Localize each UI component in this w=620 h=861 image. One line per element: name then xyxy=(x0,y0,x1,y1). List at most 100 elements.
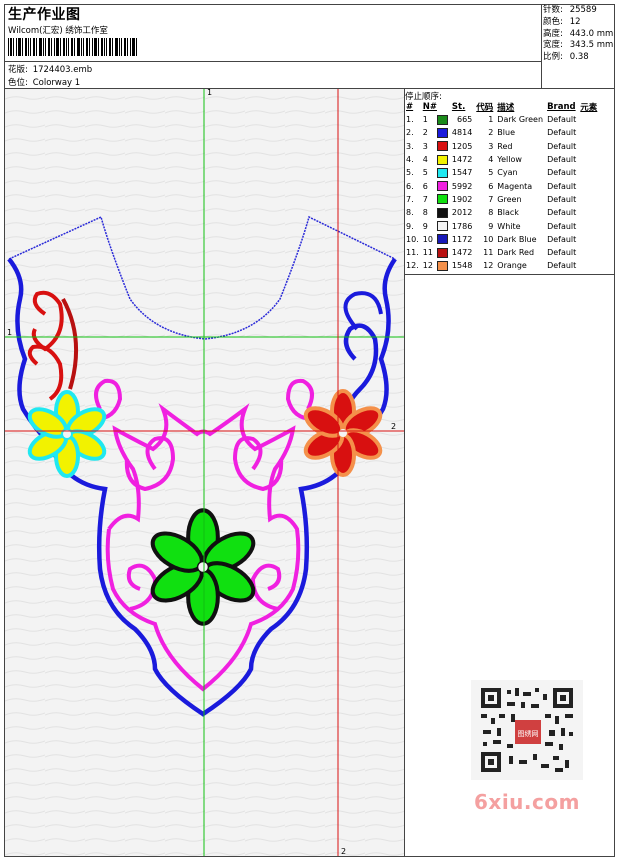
color-swatch xyxy=(436,181,448,192)
row-swatch xyxy=(435,219,450,232)
row-element xyxy=(578,166,599,179)
row-needle: 6 xyxy=(422,181,428,191)
row-brand: Default xyxy=(547,208,577,218)
row-stitches: 1548 xyxy=(451,261,473,271)
row-stitches: 1786 xyxy=(451,221,473,231)
row-stitches: 5992 xyxy=(451,181,473,191)
color-row: 9. 9 1786 9 White Default xyxy=(404,219,599,232)
color-swatch xyxy=(436,114,448,125)
row-element xyxy=(578,246,599,259)
stat-width-label: 宽度: xyxy=(543,40,563,51)
colorway-name: Colorway 1 xyxy=(32,78,81,88)
row-code: 9 xyxy=(488,221,494,231)
color-swatch xyxy=(436,154,448,165)
qr-pattern: 图绣网 xyxy=(481,688,573,772)
color-swatch xyxy=(436,234,448,245)
row-index: 6. xyxy=(406,181,414,191)
col-code: 代码 xyxy=(476,103,494,113)
row-index: 7. xyxy=(406,194,414,204)
row-index: 2. xyxy=(406,128,414,138)
row-brand: Default xyxy=(547,155,577,165)
row-needle: 12 xyxy=(422,261,433,271)
row-description: Cyan xyxy=(497,168,518,178)
row-brand: Default xyxy=(547,261,577,271)
row-needle: 5 xyxy=(422,168,428,178)
stat-scale: 比例: 0.38 xyxy=(543,52,613,64)
row-needle: 4 xyxy=(422,155,428,165)
col-brand: Brand xyxy=(547,102,576,112)
row-code: 4 xyxy=(488,155,494,165)
guide-label-bottom: 2 xyxy=(341,847,346,856)
row-swatch xyxy=(435,166,450,179)
row-swatch xyxy=(435,233,450,246)
row-code: 8 xyxy=(488,208,494,218)
color-row: 5. 5 1547 5 Cyan Default xyxy=(404,166,599,179)
row-brand: Default xyxy=(547,181,577,191)
row-stitches: 665 xyxy=(457,115,473,125)
row-swatch xyxy=(435,153,450,166)
colorway-label: 色位: xyxy=(8,78,28,88)
row-needle: 1 xyxy=(422,115,428,125)
col-st: St. xyxy=(451,102,466,112)
row-description: Black xyxy=(497,208,519,218)
color-swatch xyxy=(436,260,448,271)
row-needle: 11 xyxy=(422,248,433,258)
stat-colors-value: 12 xyxy=(569,16,581,27)
row-needle: 8 xyxy=(422,208,428,218)
row-element xyxy=(578,179,599,192)
stat-height-value: 443.0 mm xyxy=(569,28,614,39)
row-brand: Default xyxy=(547,128,577,138)
color-row: 3. 3 1205 3 Red Default xyxy=(404,140,599,153)
color-table-header: # N# St. 代码 描述 Brand 元素 xyxy=(404,101,599,113)
row-code: 6 xyxy=(488,181,494,191)
design-label: 花版: xyxy=(8,65,28,75)
color-row: 12. 12 1548 12 Orange Default xyxy=(404,259,599,272)
row-description: Red xyxy=(497,141,513,151)
row-element xyxy=(578,219,599,232)
row-swatch xyxy=(435,259,450,272)
qr-code: 图绣网 xyxy=(471,680,583,780)
row-index: 5. xyxy=(406,168,414,178)
stat-width-value: 343.5 mm xyxy=(569,40,614,51)
color-swatch xyxy=(436,247,448,258)
row-brand: Default xyxy=(547,234,577,244)
table-divider xyxy=(405,274,615,275)
row-code: 3 xyxy=(488,141,494,151)
row-element xyxy=(578,113,599,126)
row-element xyxy=(578,259,599,272)
color-row: 8. 8 2012 8 Black Default xyxy=(404,206,599,219)
row-description: Magenta xyxy=(497,181,533,191)
color-swatch xyxy=(436,167,448,178)
stat-width: 宽度: 343.5 mm xyxy=(543,40,613,52)
color-swatch xyxy=(436,127,448,138)
row-description: Yellow xyxy=(497,155,522,165)
row-needle: 3 xyxy=(422,141,428,151)
stat-colors: 颜色: 12 xyxy=(543,17,613,29)
row-index: 9. xyxy=(406,221,414,231)
row-element xyxy=(578,140,599,153)
stat-colors-label: 颜色: xyxy=(543,16,563,27)
row-element xyxy=(578,233,599,246)
row-swatch xyxy=(435,140,450,153)
row-index: 10. xyxy=(406,234,419,244)
stat-scale-label: 比例: xyxy=(543,52,563,63)
row-index: 11. xyxy=(406,248,419,258)
stat-height-label: 高度: xyxy=(543,28,563,39)
qr-seal-text: 图绣网 xyxy=(518,729,539,738)
color-row: 1. 1 665 1 Dark Green Default xyxy=(404,113,599,126)
row-stitches: 1547 xyxy=(451,168,473,178)
row-element xyxy=(578,193,599,206)
row-element xyxy=(578,126,599,139)
row-code: 2 xyxy=(488,128,494,138)
row-code: 10 xyxy=(483,234,494,244)
stat-stitches: 针数: 25589 xyxy=(543,5,613,17)
row-stitches: 1472 xyxy=(451,248,473,258)
row-brand: Default xyxy=(547,221,577,231)
row-code: 11 xyxy=(483,248,494,258)
color-swatch xyxy=(436,141,448,152)
row-element xyxy=(578,206,599,219)
row-index: 4. xyxy=(406,155,414,165)
row-description: Dark Green xyxy=(497,115,544,125)
row-swatch xyxy=(435,126,450,139)
row-brand: Default xyxy=(547,194,577,204)
